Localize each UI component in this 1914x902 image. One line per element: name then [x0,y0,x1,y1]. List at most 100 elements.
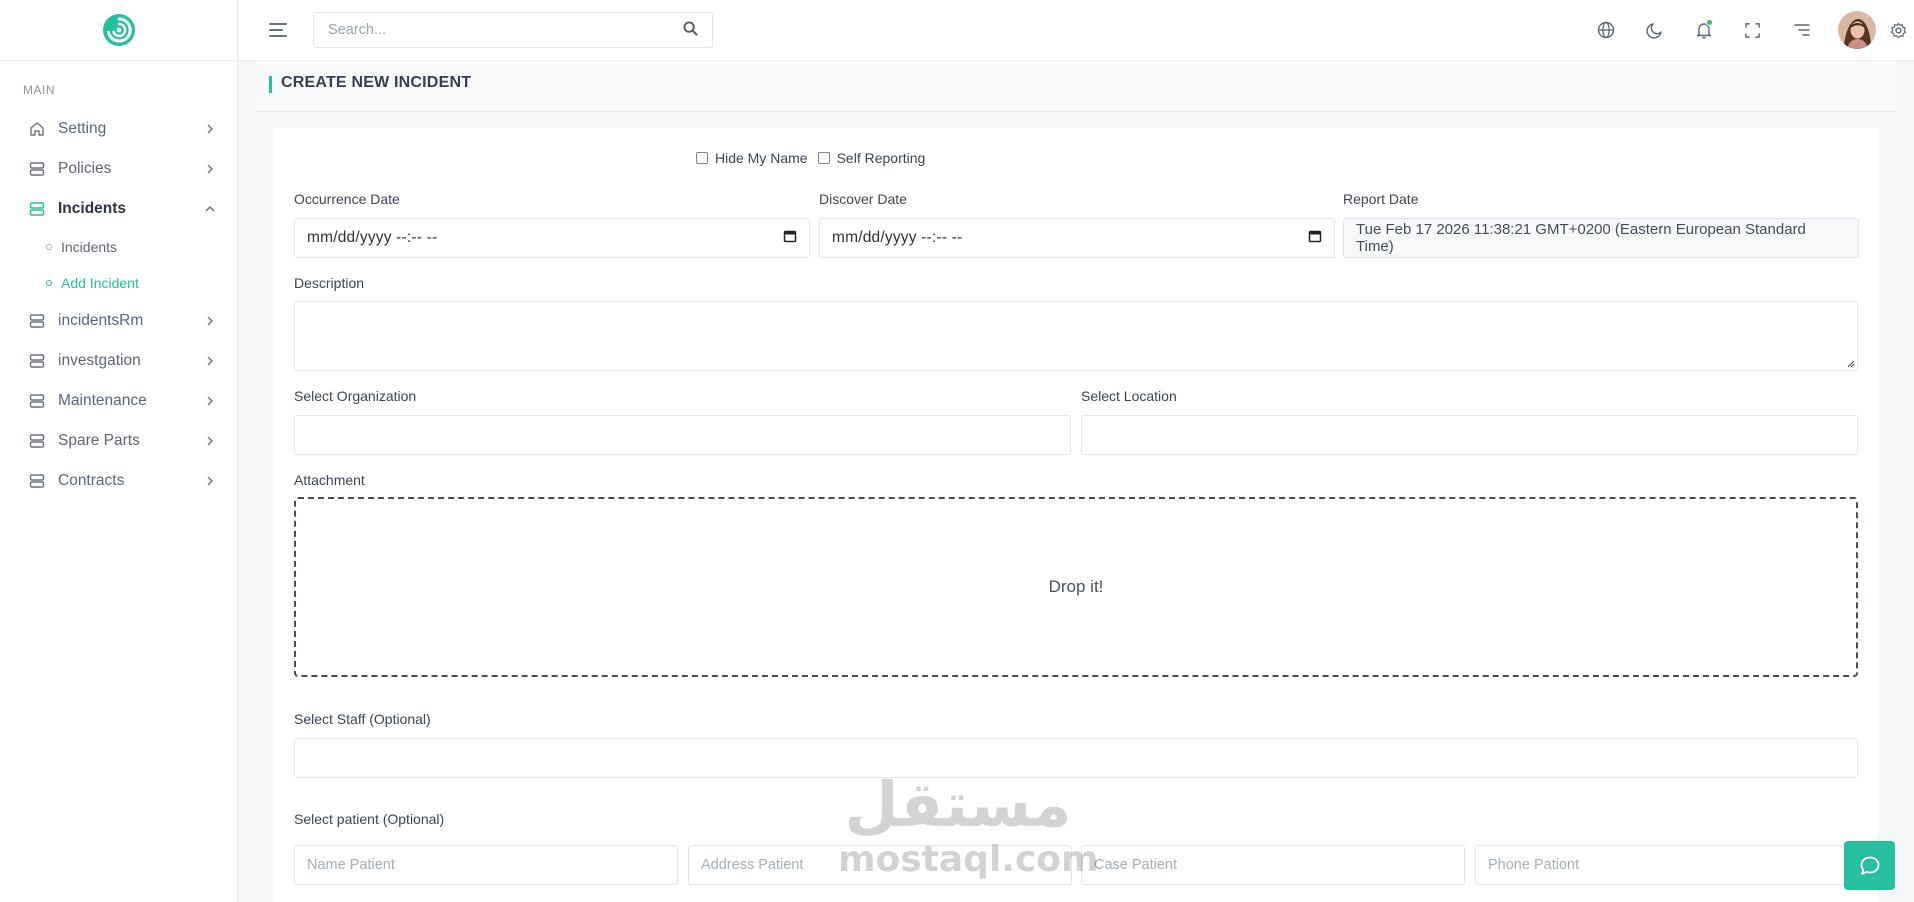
watermark-latin: mostaql.com [838,839,1099,880]
mostaql-watermark: مستقل mostaql.com [838,768,1099,885]
sidebar-item-label: Maintenance [58,392,147,409]
globe-icon[interactable] [1581,10,1630,50]
staff-label: Select Staff (Optional) [294,711,431,727]
chevron-right-icon [203,394,217,408]
app-logo[interactable] [101,12,137,48]
discover-date-input[interactable]: mm/dd/yyyy --:-- -- [819,218,1335,258]
sidebar-subitem-add-incident[interactable]: Add Incident [0,265,237,301]
search-input[interactable] [328,22,683,38]
patient-label: Select patient (Optional) [294,811,445,827]
location-label: Select Location [1081,388,1177,404]
menu-toggle-icon[interactable] [269,23,287,37]
chat-icon [1860,856,1879,875]
sidebar-item-spare-parts[interactable]: Spare Parts [0,421,237,461]
server-icon [28,200,46,218]
patient-address-placeholder: Address Patient [701,857,804,873]
chevron-right-icon [203,474,217,488]
home-icon [28,120,46,138]
logo-area [0,0,237,61]
search-box [313,12,713,48]
chevron-right-icon [203,434,217,448]
discover-date-label: Discover Date [819,191,907,207]
patient-name-input[interactable]: Name Patient [294,845,678,885]
dropzone-text: Drop it! [1048,577,1104,596]
discover-date-value: mm/dd/yyyy --:-- -- [832,229,963,246]
hide-my-name-label: Hide My Name [715,150,808,166]
sidebar-item-label: Spare Parts [58,432,140,449]
self-reporting-label: Self Reporting [836,150,926,166]
top-header [239,0,1914,61]
sidebar-item-incidents[interactable]: Incidents [0,189,237,229]
sidebar-item-maintenance[interactable]: Maintenance [0,381,237,421]
sidebar-subitem-incidents[interactable]: Incidents [0,229,237,265]
page-title-bar: CREATE NEW INCIDENT [257,62,1895,112]
incidents-submenu: Incidents Add Incident [0,229,237,301]
header-actions [1581,10,1914,50]
page-title: CREATE NEW INCIDENT [269,74,471,93]
calendar-icon[interactable] [783,229,797,248]
sidebar-item-contracts[interactable]: Contracts [0,461,237,501]
chevron-right-icon [203,162,217,176]
patient-phone-placeholder: Phone Pationt [1488,857,1580,873]
organization-select[interactable] [294,415,1071,455]
sidebar-item-label: Incidents [58,200,127,217]
server-icon [28,352,46,370]
checkbox-box[interactable] [696,152,708,164]
sidebar-item-label: incidentsRm [58,312,144,329]
menu-section-label: MAIN [23,83,55,97]
description-label: Description [294,275,365,291]
sidebar: MAIN Setting Policies Incidents Incident… [0,0,238,902]
server-icon [28,160,46,178]
search-icon[interactable] [683,21,698,39]
server-icon [28,432,46,450]
moon-icon[interactable] [1630,10,1679,50]
bullet-icon [46,280,52,286]
avatar[interactable] [1838,11,1876,49]
patient-phone-input[interactable]: Phone Pationt [1475,845,1859,885]
fullscreen-icon[interactable] [1728,10,1777,50]
patient-case-input[interactable]: Case Patient [1081,845,1465,885]
sidebar-item-policies[interactable]: Policies [0,149,237,189]
sidebar-item-incidentsrm[interactable]: incidentsRm [0,301,237,341]
sidebar-menu: Setting Policies Incidents Incidents Add… [0,109,237,501]
hide-my-name-checkbox[interactable]: Hide My Name [696,150,808,166]
patient-case-placeholder: Case Patient [1094,857,1178,873]
bell-icon[interactable] [1679,10,1728,50]
server-icon [28,312,46,330]
chevron-right-icon [203,354,217,368]
location-select[interactable] [1081,415,1858,455]
chevron-right-icon [203,314,217,328]
sidebar-item-setting[interactable]: Setting [0,109,237,149]
occurrence-date-input[interactable]: mm/dd/yyyy --:-- -- [294,218,810,258]
report-date-input[interactable]: Tue Feb 17 2026 11:38:21 GMT+0200 (Easte… [1343,218,1859,258]
sidebar-subitem-label: Incidents [61,239,118,255]
patient-name-placeholder: Name Patient [307,857,395,873]
sidebar-item-label: investgation [58,352,141,369]
sidebar-item-label: Contracts [58,472,125,489]
report-date-value: Tue Feb 17 2026 11:38:21 GMT+0200 (Easte… [1356,221,1806,255]
reporting-options: Hide My Name Self Reporting [696,150,935,166]
attachment-dropzone[interactable]: Drop it! [294,497,1858,677]
server-icon [28,392,46,410]
resize-handle-icon[interactable] [1847,360,1855,368]
sidebar-item-label: Policies [58,160,112,177]
sidebar-item-investgation[interactable]: investgation [0,341,237,381]
attachment-label: Attachment [294,472,365,488]
chevron-right-icon [203,122,217,136]
calendar-icon[interactable] [1308,229,1322,248]
checkbox-box[interactable] [817,152,830,164]
description-textarea[interactable] [294,301,1858,371]
chat-button[interactable] [1844,841,1895,890]
sidebar-item-label: Setting [58,120,107,137]
occurrence-date-label: Occurrence Date [294,191,400,207]
organization-label: Select Organization [294,388,417,404]
watermark-arabic: مستقل [844,768,1072,841]
self-reporting-checkbox[interactable]: Self Reporting [817,150,926,166]
notification-dot [1706,19,1713,26]
occurrence-date-value: mm/dd/yyyy --:-- -- [307,229,438,246]
sidebar-subitem-label: Add Incident [61,275,139,291]
chevron-up-icon [203,202,217,216]
report-date-label: Report Date [1343,191,1419,207]
align-icon[interactable] [1777,10,1826,50]
gear-icon[interactable] [1882,10,1914,50]
